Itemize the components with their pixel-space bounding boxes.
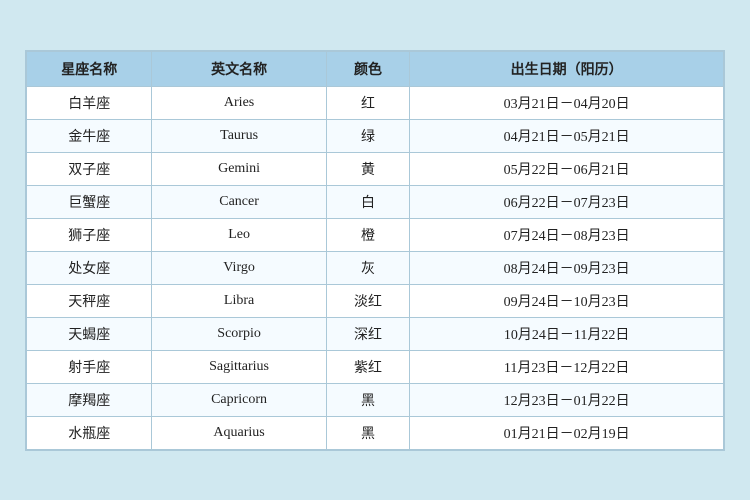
cell-english: Scorpio	[152, 317, 326, 350]
table-row: 天蝎座Scorpio深红10月24日－11月22日	[27, 317, 724, 350]
table-row: 天秤座Libra淡红09月24日－10月23日	[27, 284, 724, 317]
header-english: 英文名称	[152, 51, 326, 86]
cell-chinese: 天秤座	[27, 284, 152, 317]
cell-date: 01月21日－02月19日	[410, 416, 724, 449]
cell-chinese: 射手座	[27, 350, 152, 383]
cell-english: Virgo	[152, 251, 326, 284]
cell-color: 白	[326, 185, 410, 218]
cell-date: 03月21日－04月20日	[410, 86, 724, 119]
table-row: 巨蟹座Cancer白06月22日－07月23日	[27, 185, 724, 218]
cell-english: Gemini	[152, 152, 326, 185]
header-color: 颜色	[326, 51, 410, 86]
cell-date: 07月24日－08月23日	[410, 218, 724, 251]
cell-english: Libra	[152, 284, 326, 317]
cell-date: 08月24日－09月23日	[410, 251, 724, 284]
cell-date: 12月23日－01月22日	[410, 383, 724, 416]
cell-english: Cancer	[152, 185, 326, 218]
table-row: 双子座Gemini黄05月22日－06月21日	[27, 152, 724, 185]
cell-color: 黑	[326, 383, 410, 416]
cell-date: 06月22日－07月23日	[410, 185, 724, 218]
table-row: 狮子座Leo橙07月24日－08月23日	[27, 218, 724, 251]
header-chinese: 星座名称	[27, 51, 152, 86]
table-row: 处女座Virgo灰08月24日－09月23日	[27, 251, 724, 284]
cell-chinese: 水瓶座	[27, 416, 152, 449]
table-header-row: 星座名称 英文名称 颜色 出生日期（阳历）	[27, 51, 724, 86]
zodiac-table-container: 星座名称 英文名称 颜色 出生日期（阳历） 白羊座Aries红03月21日－04…	[25, 50, 725, 451]
cell-chinese: 白羊座	[27, 86, 152, 119]
cell-color: 黄	[326, 152, 410, 185]
cell-english: Leo	[152, 218, 326, 251]
header-date: 出生日期（阳历）	[410, 51, 724, 86]
cell-date: 10月24日－11月22日	[410, 317, 724, 350]
cell-chinese: 天蝎座	[27, 317, 152, 350]
cell-english: Taurus	[152, 119, 326, 152]
cell-chinese: 巨蟹座	[27, 185, 152, 218]
cell-english: Capricorn	[152, 383, 326, 416]
cell-date: 05月22日－06月21日	[410, 152, 724, 185]
table-row: 射手座Sagittarius紫红11月23日－12月22日	[27, 350, 724, 383]
cell-chinese: 双子座	[27, 152, 152, 185]
table-row: 金牛座Taurus绿04月21日－05月21日	[27, 119, 724, 152]
cell-english: Aquarius	[152, 416, 326, 449]
cell-chinese: 金牛座	[27, 119, 152, 152]
table-row: 水瓶座Aquarius黑01月21日－02月19日	[27, 416, 724, 449]
table-row: 摩羯座Capricorn黑12月23日－01月22日	[27, 383, 724, 416]
table-row: 白羊座Aries红03月21日－04月20日	[27, 86, 724, 119]
cell-english: Aries	[152, 86, 326, 119]
cell-color: 灰	[326, 251, 410, 284]
cell-color: 绿	[326, 119, 410, 152]
cell-color: 淡红	[326, 284, 410, 317]
cell-color: 橙	[326, 218, 410, 251]
zodiac-table: 星座名称 英文名称 颜色 出生日期（阳历） 白羊座Aries红03月21日－04…	[26, 51, 724, 450]
cell-color: 紫红	[326, 350, 410, 383]
cell-date: 11月23日－12月22日	[410, 350, 724, 383]
cell-date: 04月21日－05月21日	[410, 119, 724, 152]
cell-chinese: 狮子座	[27, 218, 152, 251]
cell-date: 09月24日－10月23日	[410, 284, 724, 317]
cell-color: 深红	[326, 317, 410, 350]
cell-color: 红	[326, 86, 410, 119]
cell-chinese: 摩羯座	[27, 383, 152, 416]
cell-color: 黑	[326, 416, 410, 449]
cell-english: Sagittarius	[152, 350, 326, 383]
cell-chinese: 处女座	[27, 251, 152, 284]
